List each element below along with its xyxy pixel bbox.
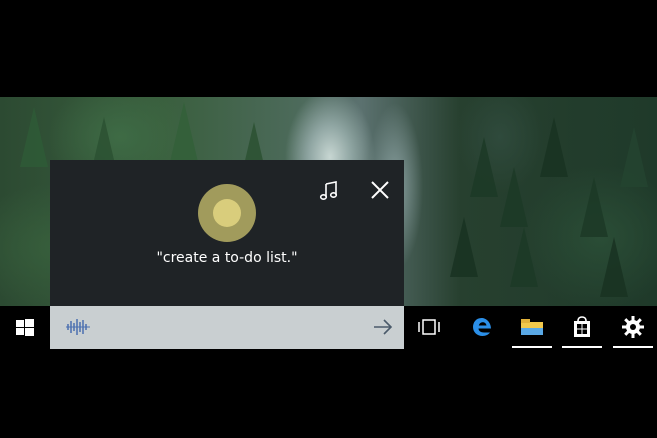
music-note-icon-graphic <box>319 181 338 201</box>
running-indicator <box>512 346 552 348</box>
edge-taskbar-button[interactable] <box>461 309 503 345</box>
task-view-button[interactable] <box>408 309 450 345</box>
cortana-orb <box>198 184 256 242</box>
store-icon <box>574 316 590 337</box>
running-indicator <box>562 346 602 348</box>
start-button[interactable] <box>8 314 42 342</box>
cortana-search-box[interactable] <box>50 306 404 349</box>
close-icon[interactable] <box>368 178 392 202</box>
settings-taskbar-button[interactable] <box>612 309 654 348</box>
task-view-icon <box>418 319 440 335</box>
file-explorer-taskbar-button[interactable] <box>511 309 553 348</box>
voice-wave-icon <box>66 319 90 335</box>
taskbar <box>0 306 657 349</box>
windows-logo-icon <box>16 319 34 336</box>
music-note-icon[interactable] <box>316 178 342 204</box>
running-indicator <box>613 346 653 348</box>
cortana-orb-center <box>213 199 241 227</box>
cortana-panel: "create a to-do list." <box>50 160 404 306</box>
close-icon-graphic <box>371 181 389 199</box>
store-taskbar-button[interactable] <box>561 309 603 348</box>
gear-icon <box>622 316 644 338</box>
file-explorer-icon <box>521 319 543 335</box>
arrow-right-icon[interactable] <box>372 317 394 337</box>
edge-browser-icon <box>473 318 491 336</box>
voice-query-text: "create a to-do list." <box>156 250 298 266</box>
screen: "create a to-do list." <box>0 0 657 438</box>
